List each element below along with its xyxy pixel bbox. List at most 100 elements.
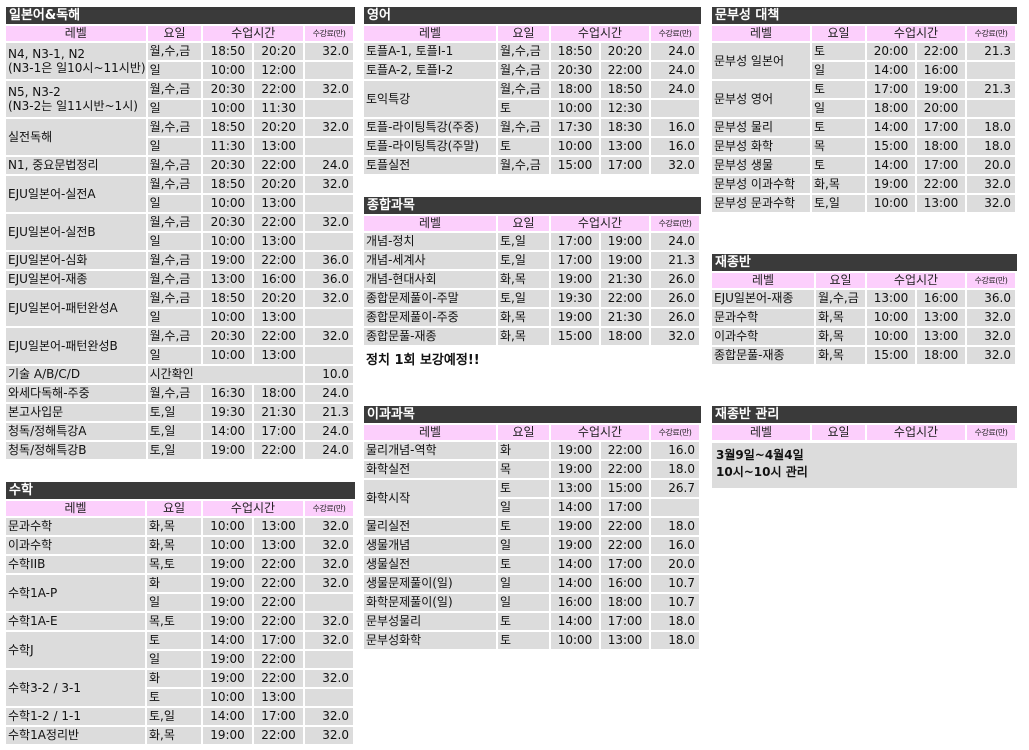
fee-cell: 32.0 xyxy=(305,81,353,98)
schedule-table: 레벨 요일 수업시간 수강료(만) 토플A-1, 토플I-1 월,수,금 18:50 20:2… xyxy=(362,24,701,176)
start-time-cell: 14:00 xyxy=(203,423,253,440)
start-time-cell: 20:00 xyxy=(867,43,915,60)
level-cell: EJU일본어-패턴완성B xyxy=(6,328,146,364)
col-fee-header: 수강료(만) xyxy=(305,26,353,41)
start-time-cell: 19:00 xyxy=(551,518,599,535)
start-time-cell: 10:00 xyxy=(203,195,253,212)
day-cell: 토 xyxy=(498,518,549,535)
day-cell: 월,수,금 xyxy=(147,81,202,98)
table-row: 생물개념 일 19:00 22:00 16.0 xyxy=(364,537,699,554)
table-row: 물리개념-역학 화 19:00 22:00 16.0 xyxy=(364,442,699,459)
day-cell: 월,수,금 xyxy=(498,119,549,136)
level-line: 수학IIB xyxy=(8,557,46,571)
fee-cell: 24.0 xyxy=(651,62,699,79)
end-time-cell: 16:00 xyxy=(254,271,304,288)
col-day-header: 요일 xyxy=(498,26,549,41)
day-cell: 토,일 xyxy=(498,252,549,269)
start-time-cell: 10:00 xyxy=(551,100,599,117)
day-cell: 일 xyxy=(147,347,202,364)
level-line: 문부성 문과수학 xyxy=(714,196,796,210)
header-row: 레벨 요일 수업시간 수강료(만) xyxy=(364,216,699,231)
level-line: 토플실전 xyxy=(366,158,411,172)
table-row: 물리실전 토 19:00 22:00 18.0 xyxy=(364,518,699,535)
start-time-cell: 10:00 xyxy=(203,537,252,554)
level-cell: 토플A-1, 토플I-1 xyxy=(364,43,496,60)
end-time-cell: 22:00 xyxy=(254,651,303,668)
end-time-cell: 19:00 xyxy=(601,252,649,269)
day-cell: 일 xyxy=(147,594,201,611)
fee-cell: 26.0 xyxy=(651,309,699,326)
section-title: 문부성 대책 xyxy=(712,7,1017,24)
fee-cell: 20.0 xyxy=(967,157,1015,174)
col-time-header: 수업시간 xyxy=(551,26,649,41)
level-cell: 종합문제풀이-주말 xyxy=(364,290,496,307)
day-cell: 월,수,금 xyxy=(147,271,202,288)
level-cell: 문부성화학 xyxy=(364,632,496,649)
day-cell: 화,목 xyxy=(816,347,865,364)
level-cell: 수학IIB xyxy=(6,556,145,573)
table-row: 종합문제풀이-주말 토,일 19:30 22:00 26.0 xyxy=(364,290,699,307)
level-line: 문부성 영어 xyxy=(714,91,774,106)
end-time-cell: 13:00 xyxy=(254,138,304,155)
day-cell: 월,수,금 xyxy=(498,157,549,174)
schedule-table: 레벨 요일 수업시간 수강료(만) 물리개념-역학 화 19:00 22:00 16.0 화학실전… xyxy=(362,423,701,651)
start-time-cell: 10:00 xyxy=(551,138,599,155)
end-time-cell: 13:00 xyxy=(917,309,965,326)
start-time-cell: 14:00 xyxy=(203,632,252,649)
table-row: 기술 A/B/C/D 시간확인 10.0 xyxy=(6,366,353,383)
table-row: 수학1A-E 목,토 19:00 22:00 32.0 xyxy=(6,613,353,630)
section-science: 이과과목 레벨 요일 수업시간 수강료(만) 물리개념-역학 화 19:00 22:00 16.… xyxy=(364,406,701,651)
start-time-cell: 10:00 xyxy=(551,632,599,649)
day-cell: 일 xyxy=(147,309,202,326)
day-cell: 화,목 xyxy=(812,176,865,193)
fee-cell xyxy=(305,347,353,364)
level-cell: 생물개념 xyxy=(364,537,496,554)
level-line: 개념-현대사회 xyxy=(366,272,437,286)
col-day-header: 요일 xyxy=(816,273,865,288)
level-cell: 토익특강 xyxy=(364,81,496,117)
level-line: 수학1-2 / 1-1 xyxy=(8,709,81,723)
fee-cell: 10.7 xyxy=(651,575,699,592)
level-cell: 문부성 영어 xyxy=(712,81,810,117)
day-cell: 토 xyxy=(498,613,549,630)
level-line: 문부성 생물 xyxy=(714,158,774,172)
fee-cell xyxy=(305,100,353,117)
level-line: 문부성 이과수학 xyxy=(714,177,796,191)
fee-cell: 18.0 xyxy=(651,632,699,649)
table-row: 생물실전 토 14:00 17:00 20.0 xyxy=(364,556,699,573)
end-time-cell: 16:00 xyxy=(917,62,965,79)
level-line: 화학시작 xyxy=(366,490,411,505)
level-line: 수학J xyxy=(8,642,34,657)
day-cell: 토,일 xyxy=(147,442,202,459)
fee-cell: 26.0 xyxy=(651,290,699,307)
fee-cell: 10.7 xyxy=(651,594,699,611)
start-time-cell: 10:00 xyxy=(203,689,252,706)
start-time-cell: 15:00 xyxy=(867,138,915,155)
table-row: EJU일본어-재종 월,수,금 13:00 16:00 36.0 xyxy=(6,271,353,288)
table-row: 수학1A-P 화 19:00 22:00 32.0 xyxy=(6,575,353,611)
level-line: 문과수학 xyxy=(8,519,53,533)
level-line: 실전독해 xyxy=(8,129,53,144)
end-time-cell: 13:00 xyxy=(601,632,649,649)
day-cell: 월,수,금 xyxy=(147,328,202,345)
fee-cell: 32.0 xyxy=(305,537,353,554)
col-time-header: 수업시간 xyxy=(203,26,304,41)
day-cell: 월,수,금 xyxy=(147,290,202,307)
table-row: 문부성 생물 토 14:00 17:00 20.0 xyxy=(712,157,1015,174)
col-day-header: 요일 xyxy=(812,26,865,41)
level-line: 문과수학 xyxy=(714,310,759,324)
start-time-cell: 10:00 xyxy=(867,309,915,326)
fee-cell: 18.0 xyxy=(651,613,699,630)
end-time-cell: 22:00 xyxy=(254,81,304,98)
fee-cell: 32.0 xyxy=(305,575,353,592)
level-cell: 토플-라이팅특강(주말) xyxy=(364,138,496,155)
start-time-cell: 19:00 xyxy=(203,613,252,630)
end-time-cell: 11:30 xyxy=(254,100,304,117)
level-cell: 물리실전 xyxy=(364,518,496,535)
table-row: 이과수학 화,목 10:00 13:00 32.0 xyxy=(712,328,1015,345)
mgmt-hours: 10시~10시 관리 xyxy=(716,465,808,479)
start-time-cell: 14:00 xyxy=(551,499,599,516)
special-time-cell: 시간확인 xyxy=(147,366,304,383)
table-row: 문부성화학 토 10:00 13:00 18.0 xyxy=(364,632,699,649)
level-cell: 생물실전 xyxy=(364,556,496,573)
